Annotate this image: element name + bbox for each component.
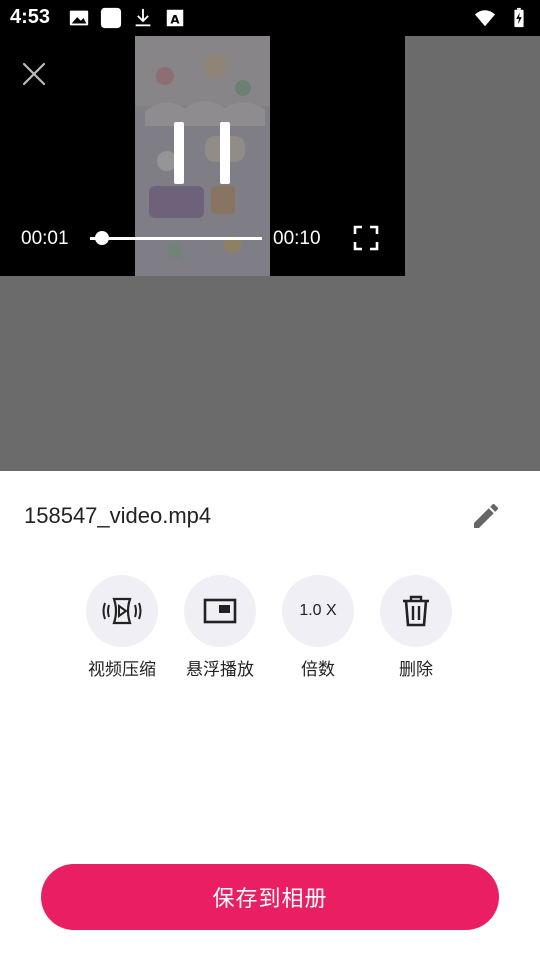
download-icon: [135, 8, 151, 27]
compress-video-button[interactable]: 视频压缩: [86, 575, 158, 680]
compress-video-label: 视频压缩: [88, 660, 156, 680]
status-time: 4:53: [10, 6, 51, 28]
total-time: 00:10: [273, 228, 321, 249]
picture-in-picture-icon: [203, 598, 237, 624]
status-bar: 4:53 A: [0, 0, 540, 36]
delete-circle[interactable]: [380, 575, 452, 647]
speed-label: 倍数: [301, 660, 335, 680]
video-compress-icon: [102, 597, 142, 625]
wifi-icon: [474, 10, 496, 27]
save-to-album-button[interactable]: 保存到相册: [41, 864, 499, 930]
delete-label: 删除: [399, 660, 433, 680]
floating-play-circle[interactable]: [184, 575, 256, 647]
trash-icon: [403, 595, 429, 627]
close-icon[interactable]: [20, 60, 48, 88]
pause-icon-bar-left: [174, 122, 184, 184]
fullscreen-icon[interactable]: [352, 224, 380, 252]
system-icons: [474, 7, 530, 29]
video-player[interactable]: 00:01 00:10: [0, 36, 405, 276]
floating-play-button[interactable]: 悬浮播放: [184, 575, 256, 680]
battery-icon: [514, 7, 524, 28]
action-row: 视频压缩 悬浮播放 1.0 X 倍数 删除: [86, 575, 452, 680]
svg-text:A: A: [170, 13, 180, 27]
edit-pencil-icon[interactable]: [470, 500, 502, 532]
font-icon: A: [166, 9, 184, 27]
notification-icons: A: [68, 7, 186, 29]
speed-button[interactable]: 1.0 X 倍数: [282, 575, 354, 680]
speed-circle[interactable]: 1.0 X: [282, 575, 354, 647]
seek-bar[interactable]: [90, 231, 262, 245]
square-app-icon: [100, 7, 122, 29]
image-icon: [69, 10, 89, 26]
file-name: 158547_video.mp4: [24, 503, 212, 528]
floating-play-label: 悬浮播放: [186, 660, 254, 680]
speed-value: 1.0 X: [299, 602, 337, 619]
seek-bar-thumb[interactable]: [95, 231, 110, 245]
delete-button[interactable]: 删除: [380, 575, 452, 680]
compress-video-circle[interactable]: [86, 575, 158, 647]
current-time: 00:01: [21, 228, 69, 249]
video-details-sheet: 158547_video.mp4 视频压缩 悬浮播放 1.0 X 倍数 删除 保…: [0, 471, 540, 960]
pause-button[interactable]: [172, 122, 234, 188]
pause-icon-bar-right: [220, 122, 230, 184]
